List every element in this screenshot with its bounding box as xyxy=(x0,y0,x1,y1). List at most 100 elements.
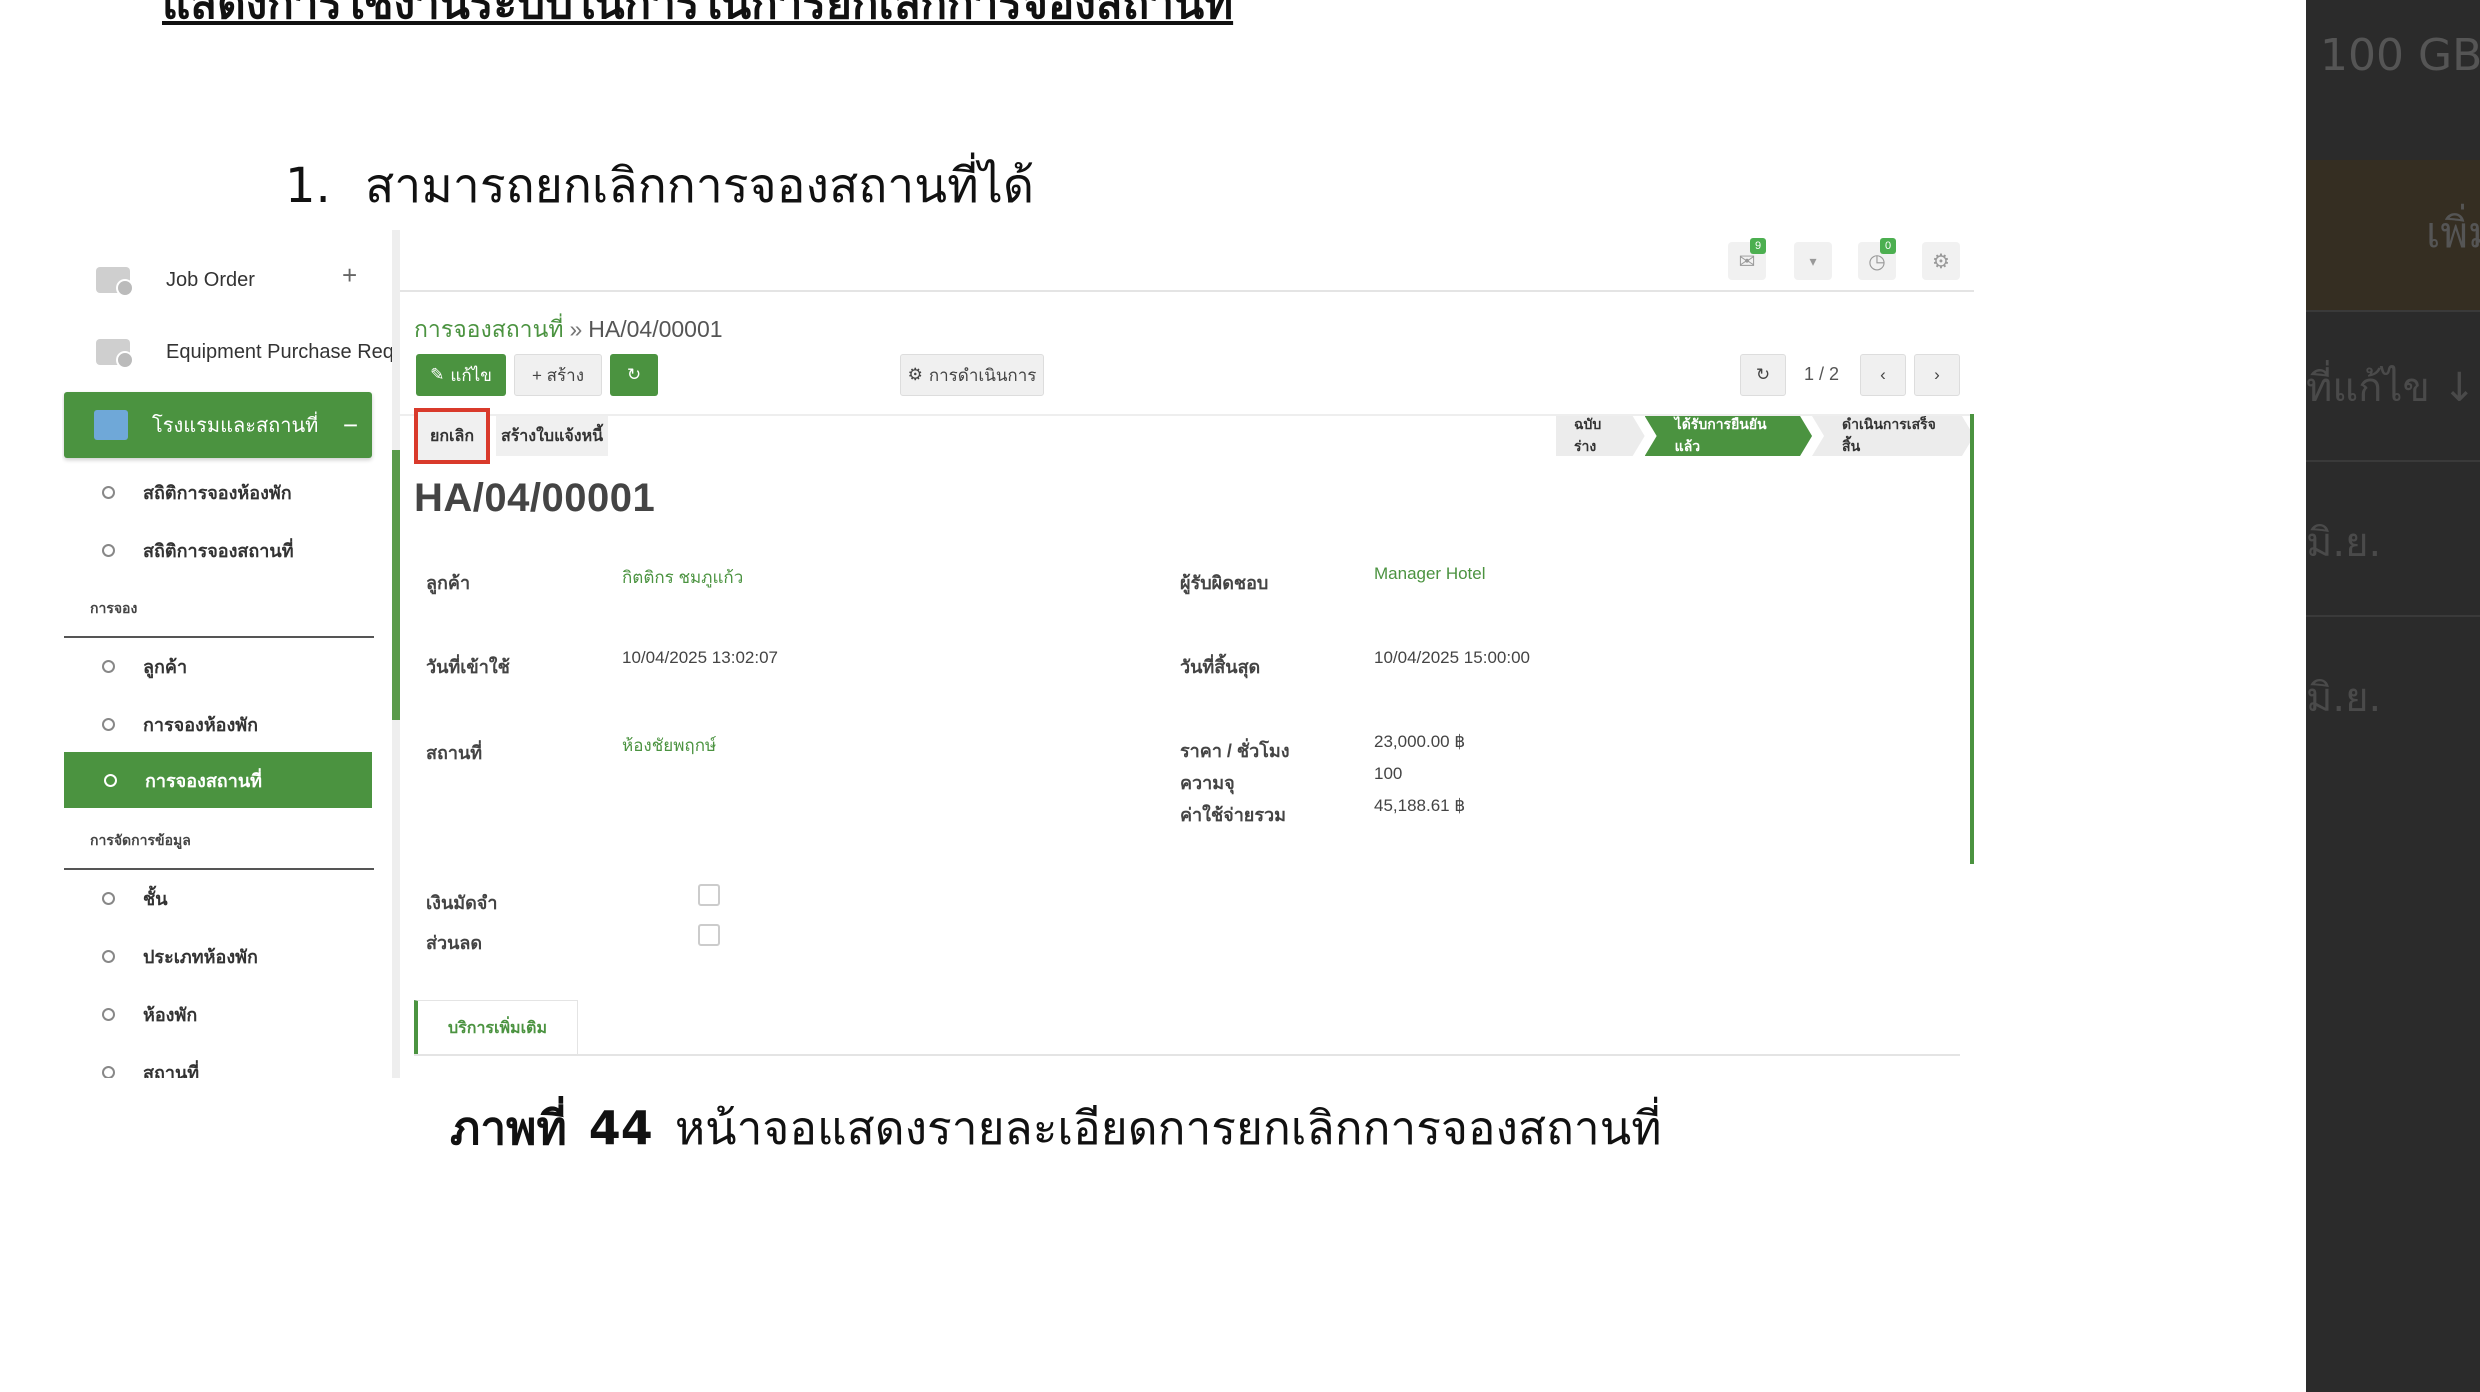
sidebar-module-equipment[interactable]: Equipment Purchase Req xyxy=(96,324,394,380)
capacity-value: 100 xyxy=(1374,764,1403,783)
tab-divider xyxy=(414,1054,1960,1056)
create-label: + สร้าง xyxy=(531,365,584,385)
sidebar: Job Order + Equipment Purchase Req โรงแร… xyxy=(62,230,396,1078)
breadcrumb-parent[interactable]: การจองสถานที่ xyxy=(414,316,563,342)
action-button[interactable]: ⚙ การดำเนินการ xyxy=(900,354,1044,396)
step-done[interactable]: ดำเนินการเสร็จสิ้น xyxy=(1812,416,1974,456)
panel-item[interactable]: ที่แก้ไข ↓ xyxy=(2306,355,2476,419)
responsible-value[interactable]: Manager Hotel xyxy=(1374,564,1486,584)
step-draft[interactable]: ฉบับร่าง xyxy=(1556,416,1645,456)
sidebar-item-customer[interactable]: ลูกค้า xyxy=(62,638,372,694)
prev-button[interactable]: ‹ xyxy=(1860,354,1906,396)
sidebar-item-room[interactable]: ห้องพัก xyxy=(62,986,372,1042)
sidebar-item-label: ลูกค้า xyxy=(143,656,188,677)
sidebar-module-job-order[interactable]: Job Order xyxy=(96,252,255,308)
caption-label: ภาพที่ xyxy=(450,1101,567,1155)
form-edge xyxy=(1970,414,1974,864)
refresh-icon: ↻ xyxy=(626,365,642,384)
chevron-right-icon: › xyxy=(1934,365,1940,384)
circle-icon xyxy=(102,1065,115,1078)
customer-label: ลูกค้า xyxy=(426,573,471,593)
sidebar-item-label: สถานที่ xyxy=(143,1062,200,1079)
chevron-left-icon: ‹ xyxy=(1880,365,1886,384)
checkin-value: 10/04/2025 13:02:07 xyxy=(622,648,778,667)
panel-item[interactable]: เพิ่ม xyxy=(2426,200,2480,266)
tab-label: บริการเพิ่มเติม xyxy=(448,1020,547,1037)
list-text: สามารถยกเลิกการจองสถานที่ได้ xyxy=(365,158,1035,214)
pager: 1 / 2 xyxy=(1804,364,1840,384)
end-label: วันที่สิ้นสุด xyxy=(1180,657,1261,677)
topbar: ✉9 ▾ ◷0 ⚙ ☺ xyxy=(400,230,1974,292)
total-label: ค่าใช้จ่ายรวม xyxy=(1180,805,1286,825)
sidebar-item-place[interactable]: สถานที่ xyxy=(62,1044,372,1078)
pencil-icon: ✎ xyxy=(430,365,445,384)
sidebar-item-label: ชั้น xyxy=(143,888,168,909)
apps-icon[interactable]: ⚙ xyxy=(1922,242,1960,280)
breadcrumb-separator: » xyxy=(569,316,583,342)
module-icon xyxy=(96,339,134,369)
sidebar-item-place-booking[interactable]: การจองสถานที่ xyxy=(64,752,372,808)
gear-icon: ⚙ xyxy=(907,365,923,384)
deposit-checkbox[interactable] xyxy=(698,884,720,906)
module-label: โรงแรมและสถานที่ xyxy=(152,415,319,437)
create-invoice-button[interactable]: สร้างใบแจ้งหนี้ xyxy=(496,416,608,456)
storage-label: 100 GB xyxy=(2320,30,2480,81)
status-steps: ฉบับร่าง ได้รับการยืนยันแล้ว ดำเนินการเส… xyxy=(1556,416,1974,456)
sidebar-item-place-stats[interactable]: สถิติการจองสถานที่ xyxy=(62,522,372,578)
cancel-button[interactable]: ยกเลิก xyxy=(414,408,490,464)
sidebar-item-label: การจองห้องพัก xyxy=(143,714,259,735)
caption-number: 44 xyxy=(588,1101,653,1155)
main-content: ✉9 ▾ ◷0 ⚙ ☺ การจองสถานที่»HA/04/00001 ✎แ… xyxy=(400,230,1974,1078)
tab-additional-services[interactable]: บริการเพิ่มเติม xyxy=(414,1000,578,1056)
panel-item: มิ.ย. xyxy=(2306,675,2382,721)
sidebar-module-hotel[interactable]: โรงแรมและสถานที่ − xyxy=(64,392,372,458)
sidebar-item-label: ห้องพัก xyxy=(143,1004,198,1025)
circle-icon xyxy=(102,717,115,731)
refresh-button[interactable]: ↻ xyxy=(610,354,658,396)
hotel-icon xyxy=(94,410,128,440)
sidebar-item-floor[interactable]: ชั้น xyxy=(62,870,372,926)
total-value: 45,188.61 ฿ xyxy=(1374,796,1466,815)
right-panel: 100 GB เพิ่ม ที่แก้ไข ↓ มิ.ย. มิ.ย. xyxy=(2306,0,2480,1392)
price-label: ราคา / ชั่วโมง xyxy=(1180,741,1290,761)
breadcrumb: การจองสถานที่» HA/04/00001 xyxy=(414,312,723,348)
document-list-item: 1. สามารถยกเลิกการจองสถานที่ได้ xyxy=(285,148,1034,224)
sidebar-item-room-type[interactable]: ประเภทห้องพัก xyxy=(62,928,372,984)
sidebar-item-label: การจองสถานที่ xyxy=(145,770,262,791)
circle-icon xyxy=(104,773,117,787)
panel-item: มิ.ย. xyxy=(2306,520,2382,566)
collapse-icon[interactable]: − xyxy=(343,410,358,441)
figure-caption: ภาพที่ 44 หน้าจอแสดงรายละเอียดการยกเลิกการ… xyxy=(450,1092,1662,1165)
reload-button[interactable]: ↻ xyxy=(1740,354,1786,396)
cancel-label: ยกเลิก xyxy=(429,427,475,445)
edit-button[interactable]: ✎ แก้ไข xyxy=(416,354,506,396)
section-booking: การจอง xyxy=(90,600,138,616)
scrollbar-thumb[interactable] xyxy=(392,450,400,720)
step-label: ได้รับการยืนยันแล้ว xyxy=(1674,416,1767,454)
step-confirmed[interactable]: ได้รับการยืนยันแล้ว xyxy=(1645,416,1812,456)
app-screenshot: Job Order + Equipment Purchase Req โรงแร… xyxy=(62,230,1974,1078)
refresh-icon: ↻ xyxy=(1755,365,1771,384)
sidebar-scrollbar[interactable] xyxy=(392,230,400,1078)
sidebar-item-label: ประเภทห้องพัก xyxy=(143,946,258,967)
step-label: ฉบับร่าง xyxy=(1574,416,1602,454)
next-button[interactable]: › xyxy=(1914,354,1960,396)
sidebar-item-room-booking[interactable]: การจองห้องพัก xyxy=(62,696,372,752)
activity-icon[interactable]: ◷ 0 xyxy=(1858,238,1896,280)
messages-icon[interactable]: ✉ 9 xyxy=(1728,238,1766,280)
place-value[interactable]: ห้องชัยพฤกษ์ xyxy=(622,732,716,759)
circle-icon xyxy=(102,891,115,905)
discount-checkbox[interactable] xyxy=(698,924,720,946)
sidebar-item-room-stats[interactable]: สถิติการจองห้องพัก xyxy=(62,464,372,520)
chevron-down-icon[interactable]: ▾ xyxy=(1794,242,1832,280)
circle-icon xyxy=(102,949,115,963)
divider xyxy=(2306,310,2480,312)
customer-value[interactable]: กิตติกร ชมภูแก้ว xyxy=(622,564,743,591)
circle-icon xyxy=(102,543,115,557)
document-heading: แสดงการใช้งานระบบในการในการยกเลิกการจองส… xyxy=(162,0,1234,29)
activity-badge: 0 xyxy=(1880,238,1896,254)
messages-badge: 9 xyxy=(1750,238,1766,254)
add-icon[interactable]: + xyxy=(342,260,357,291)
create-button[interactable]: + สร้าง xyxy=(514,354,602,396)
circle-icon xyxy=(102,485,115,499)
